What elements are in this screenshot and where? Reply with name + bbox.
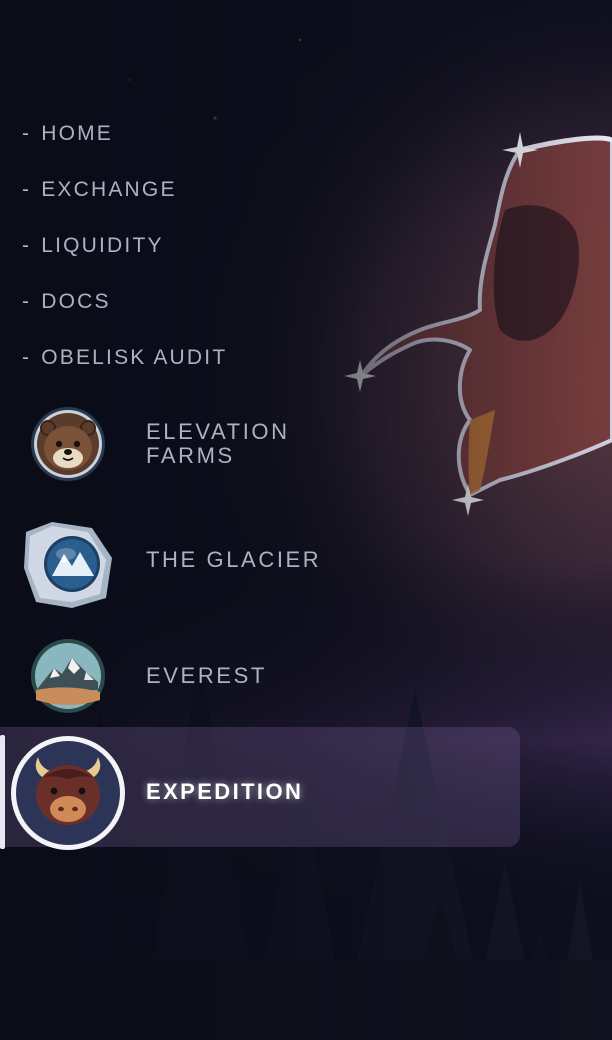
nav-link-dash: - xyxy=(22,122,32,145)
app-item-elevation-farms[interactable]: ELEVATION FARMS xyxy=(0,394,520,494)
app-item-label: EVEREST xyxy=(146,663,267,688)
otter-icon xyxy=(30,406,106,482)
mountain-icon xyxy=(30,638,106,714)
nav-link-obelisk-audit[interactable]: - OBELISK AUDIT xyxy=(22,344,227,372)
app-item-label-line: FARMS xyxy=(146,443,235,468)
app-item-label: EXPEDITION xyxy=(146,779,304,804)
nav-link-dash: - xyxy=(22,346,32,369)
app-item-everest[interactable]: EVEREST xyxy=(0,626,520,726)
nav-link-label: LIQUIDITY xyxy=(41,234,164,257)
app-item-expedition[interactable]: EXPEDITION xyxy=(0,727,520,850)
nav-link-docs[interactable]: - DOCS xyxy=(22,288,111,316)
active-indicator xyxy=(0,735,5,849)
app-item-the-glacier[interactable]: THE GLACIER xyxy=(0,510,520,610)
app-item-label-line: ELEVATION xyxy=(146,419,290,444)
glacier-icon xyxy=(22,518,114,610)
yak-icon xyxy=(10,735,126,851)
side-menu: - HOME - EXCHANGE - LIQUIDITY - DOCS - OBELIS… xyxy=(0,0,612,1040)
app-item-label: ELEVATION FARMS xyxy=(146,420,290,468)
nav-link-label: EXCHANGE xyxy=(41,178,177,201)
nav-link-dash: - xyxy=(22,290,32,313)
nav-link-label: HOME xyxy=(41,122,114,145)
nav-link-home[interactable]: - HOME xyxy=(22,120,113,148)
nav-link-dash: - xyxy=(22,178,32,201)
app-item-label: THE GLACIER xyxy=(146,547,322,572)
nav-link-label: DOCS xyxy=(41,290,111,313)
nav-link-liquidity[interactable]: - LIQUIDITY xyxy=(22,232,164,260)
nav-link-exchange[interactable]: - EXCHANGE xyxy=(22,176,177,204)
nav-link-dash: - xyxy=(22,234,32,257)
nav-link-label: OBELISK AUDIT xyxy=(41,346,228,369)
